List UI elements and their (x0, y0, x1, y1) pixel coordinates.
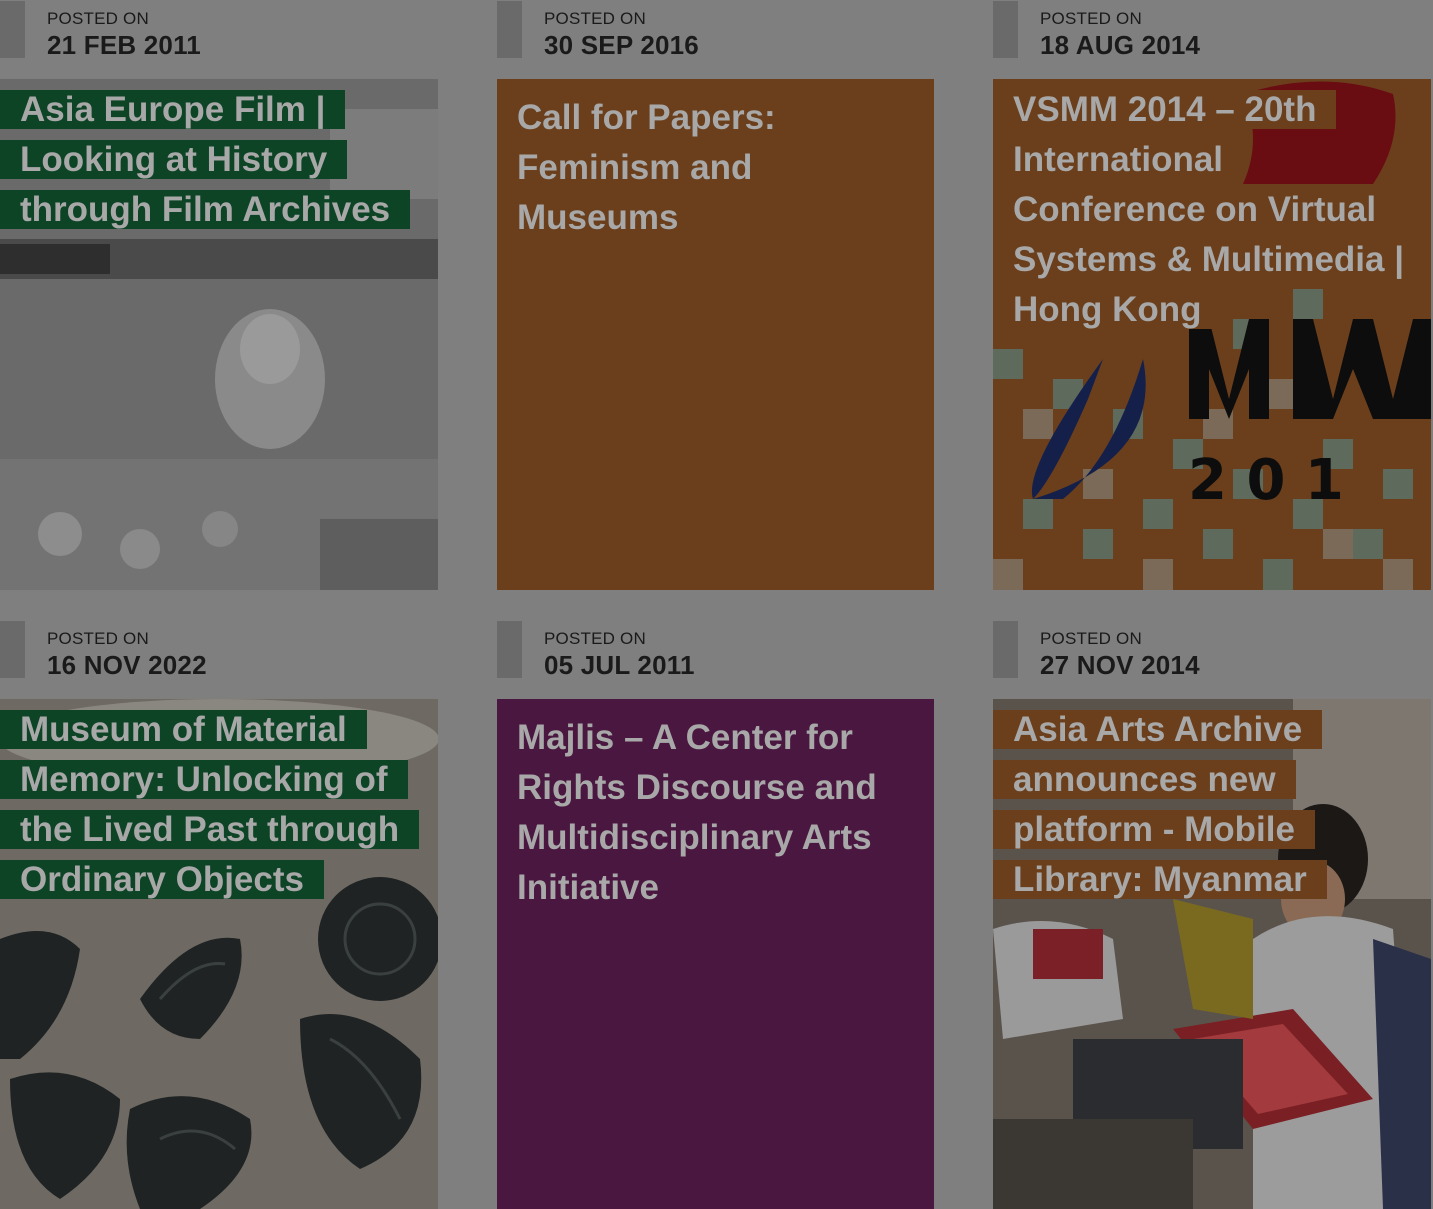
meta-accent-bar (497, 621, 522, 678)
title-line[interactable]: platform - Mobile (993, 810, 1315, 849)
post-grid: POSTED ON 21 FEB 2011 Asia Europe Film |… (0, 0, 1433, 1209)
post-tile[interactable]: Asia Arts Archive announces new platform… (993, 699, 1431, 1209)
title-line[interactable]: Looking at History (0, 140, 348, 179)
title-line[interactable]: through Film Archives (0, 190, 411, 229)
title-line[interactable]: Hong Kong (993, 290, 1222, 329)
vsmm-logo-text: 2 0 1 (1188, 448, 1344, 513)
post-title[interactable]: Majlis – A Center for Rights Discourse a… (517, 713, 917, 913)
title-line[interactable]: Asia Europe Film | (0, 90, 346, 129)
title-line[interactable]: Library: Myanmar (993, 860, 1327, 899)
post-meta: POSTED ON 18 AUG 2014 (993, 0, 1431, 79)
post-tile[interactable]: Majlis – A Center for Rights Discourse a… (497, 699, 934, 1209)
meta-accent-bar (0, 621, 25, 678)
post-date: 21 FEB 2011 (47, 30, 201, 60)
title-line[interactable]: Initiative (517, 863, 917, 913)
post-meta: POSTED ON 21 FEB 2011 (0, 0, 438, 79)
post-date: 27 NOV 2014 (1040, 650, 1200, 680)
title-line[interactable]: Asia Arts Archive (993, 710, 1323, 749)
post-card[interactable]: POSTED ON 18 AUG 2014 2 0 1 VSMM 2014 – … (993, 0, 1431, 590)
post-title[interactable]: Asia Arts Archive announces new platform… (993, 705, 1327, 905)
posted-on-label: POSTED ON (47, 9, 149, 28)
title-line[interactable]: Conference on Virtual (993, 190, 1397, 229)
title-line[interactable]: Feminism and (517, 143, 917, 193)
post-date: 30 SEP 2016 (544, 30, 699, 60)
post-meta: POSTED ON 30 SEP 2016 (497, 0, 935, 79)
post-meta: POSTED ON 16 NOV 2022 (0, 620, 438, 699)
posted-on-label: POSTED ON (47, 629, 149, 648)
posted-on-label: POSTED ON (1040, 9, 1142, 28)
title-line[interactable]: Majlis – A Center for (517, 713, 917, 763)
posted-on-label: POSTED ON (544, 9, 646, 28)
posted-on-label: POSTED ON (544, 629, 646, 648)
post-tile[interactable]: Museum of Material Memory: Unlocking of … (0, 699, 438, 1209)
post-date: 05 JUL 2011 (544, 650, 695, 680)
post-card[interactable]: POSTED ON 05 JUL 2011 Majlis – A Center … (497, 620, 935, 1209)
meta-accent-bar (993, 1, 1018, 58)
title-line[interactable]: Museums (517, 193, 917, 243)
post-tile[interactable]: Asia Europe Film | Looking at History th… (0, 79, 438, 590)
post-date: 18 AUG 2014 (1040, 30, 1201, 60)
post-title[interactable]: Call for Papers: Feminism and Museums (517, 93, 917, 243)
post-card[interactable]: POSTED ON 16 NOV 2022 Museum of Material… (0, 620, 438, 1209)
post-tile[interactable]: 2 0 1 VSMM 2014 – 20th International Con… (993, 79, 1431, 590)
post-title[interactable]: Museum of Material Memory: Unlocking of … (0, 705, 420, 905)
title-line[interactable]: International (993, 140, 1244, 179)
post-card[interactable]: POSTED ON 27 NOV 2014 Asia Arts Archive … (993, 620, 1431, 1209)
title-line[interactable]: Systems & Multimedia | (993, 240, 1425, 279)
post-card[interactable]: POSTED ON 21 FEB 2011 Asia Europe Film |… (0, 0, 438, 590)
post-title[interactable]: Asia Europe Film | Looking at History th… (0, 85, 411, 235)
post-title[interactable]: VSMM 2014 – 20th International Conferenc… (993, 85, 1425, 335)
title-line[interactable]: announces new (993, 760, 1296, 799)
title-line[interactable]: Rights Discourse and (517, 763, 917, 813)
meta-accent-bar (0, 1, 25, 58)
posted-on-label: POSTED ON (1040, 629, 1142, 648)
title-line[interactable]: Call for Papers: (517, 93, 917, 143)
title-line[interactable]: Multidisciplinary Arts (517, 813, 917, 863)
post-card[interactable]: POSTED ON 30 SEP 2016 Call for Papers: F… (497, 0, 935, 590)
title-line[interactable]: VSMM 2014 – 20th (993, 90, 1337, 129)
post-date: 16 NOV 2022 (47, 650, 207, 680)
post-tile[interactable]: Call for Papers: Feminism and Museums (497, 79, 934, 590)
meta-accent-bar (497, 1, 522, 58)
post-meta: POSTED ON 05 JUL 2011 (497, 620, 935, 699)
title-line[interactable]: Museum of Material (0, 710, 367, 749)
post-meta: POSTED ON 27 NOV 2014 (993, 620, 1431, 699)
meta-accent-bar (993, 621, 1018, 678)
title-line[interactable]: Ordinary Objects (0, 860, 324, 899)
title-line[interactable]: Memory: Unlocking of (0, 760, 408, 799)
title-line[interactable]: the Lived Past through (0, 810, 420, 849)
